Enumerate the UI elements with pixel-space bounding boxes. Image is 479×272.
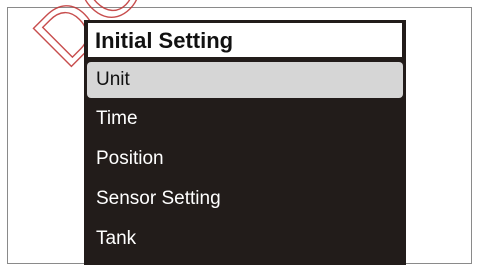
settings-menu: Unit Time Position Sensor Setting Tank: [84, 60, 406, 260]
device-screen: Initial Setting Unit Time Position Senso…: [84, 20, 406, 265]
screen-title: Initial Setting: [95, 28, 234, 53]
menu-item-unit[interactable]: Unit: [87, 62, 403, 98]
menu-item-position[interactable]: Position: [84, 140, 406, 180]
menu-item-label: Position: [96, 148, 164, 169]
screen-title-bar: Initial Setting: [87, 22, 403, 58]
menu-item-label: Time: [96, 108, 138, 129]
menu-item-label: Unit: [96, 69, 130, 90]
menu-item-label: Sensor Setting: [96, 188, 221, 209]
menu-item-time[interactable]: Time: [84, 100, 406, 140]
menu-item-label: Tank: [96, 228, 137, 249]
menu-item-tank[interactable]: Tank: [84, 220, 406, 260]
menu-item-sensor-setting[interactable]: Sensor Setting: [84, 180, 406, 220]
